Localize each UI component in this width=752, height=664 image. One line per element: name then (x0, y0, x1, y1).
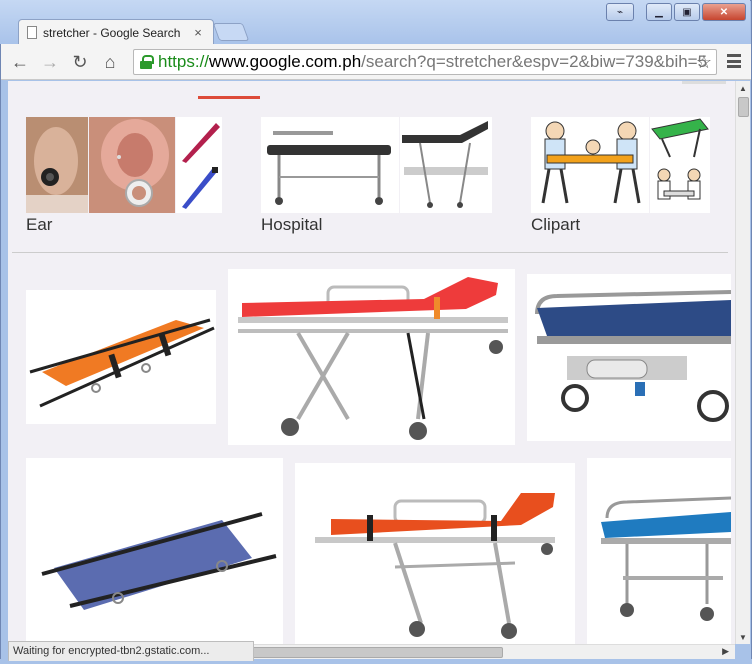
chrome-menu-icon[interactable] (727, 52, 741, 70)
address-bar[interactable]: https:// www.google.com.ph /search?q=str… (133, 49, 717, 75)
clipart-thumb-2[interactable] (650, 117, 710, 213)
tab-active[interactable]: stretcher - Google Search × (18, 19, 214, 45)
back-button[interactable]: ← (9, 51, 31, 73)
ear-thumb-2[interactable] (89, 117, 175, 213)
reload-button[interactable]: ↻ (69, 51, 91, 73)
hospital-thumb-1[interactable] (261, 117, 399, 213)
result-image-navy-hospital-stretcher[interactable] (527, 274, 731, 441)
result-image-red-ambulance-stretcher[interactable] (228, 269, 515, 445)
maximize-button[interactable]: ▣ (674, 3, 700, 21)
vertical-scrollbar[interactable]: ▲ ▼ (735, 81, 750, 644)
bookmark-star-icon[interactable]: ☆ (696, 52, 712, 73)
scroll-down-arrow-icon[interactable]: ▼ (739, 633, 747, 642)
browser-toolbar: ← → ↻ ⌂ https:// www.google.com.ph /sear… (1, 44, 751, 80)
related-ear-thumbnails[interactable] (26, 117, 222, 213)
result-image-orange-ambulance-stretcher[interactable] (295, 463, 575, 644)
url-scheme: https:// (158, 52, 210, 71)
result-image-blue-folding-stretcher[interactable] (26, 458, 283, 644)
page-icon (27, 26, 37, 39)
vertical-scroll-thumb[interactable] (738, 97, 749, 117)
url-path: /search?q=stretcher&espv=2&biw=739&bih=5 (361, 52, 708, 71)
top-bar-fragment (682, 81, 726, 84)
minimize-button[interactable]: ▁ (646, 3, 672, 21)
result-image-blue-hospital-stretcher[interactable] (587, 458, 731, 644)
related-label-clipart[interactable]: Clipart (531, 215, 580, 235)
home-button[interactable]: ⌂ (99, 51, 121, 73)
close-window-button[interactable]: ✕ (702, 3, 746, 21)
title-bar: stretcher - Google Search × ⌁ ▁ ▣ ✕ (0, 0, 750, 45)
extension-icon[interactable]: ⌁ (606, 3, 634, 21)
hospital-thumb-2[interactable] (400, 117, 492, 213)
tab-title: stretcher - Google Search (43, 25, 181, 40)
scroll-up-arrow-icon[interactable]: ▲ (739, 84, 747, 93)
status-bubble: Waiting for encrypted-tbn2.gstatic.com..… (8, 641, 254, 661)
clipart-thumb-1[interactable] (531, 117, 649, 213)
scroll-right-arrow-icon[interactable]: ▶ (722, 646, 729, 657)
section-divider (12, 252, 728, 253)
related-label-hospital[interactable]: Hospital (261, 215, 322, 235)
related-label-ear[interactable]: Ear (26, 215, 52, 235)
search-results-page: Ear Hospital Clipart (8, 81, 735, 644)
lock-icon (140, 55, 154, 69)
tab-close-icon[interactable]: × (191, 25, 205, 40)
horizontal-scroll-thumb[interactable] (246, 647, 503, 658)
related-hospital-thumbnails[interactable] (261, 117, 492, 213)
window-controls: ⌁ ▁ ▣ ✕ (606, 3, 746, 21)
forward-button[interactable]: → (39, 51, 61, 73)
url-host: www.google.com.ph (209, 52, 362, 71)
ear-thumb-3[interactable] (176, 117, 222, 213)
images-tab-indicator (198, 96, 260, 99)
result-image-orange-folding-stretcher[interactable] (26, 290, 216, 424)
ear-thumb-1[interactable] (26, 117, 88, 213)
new-tab-button[interactable] (212, 23, 250, 41)
related-clipart-thumbnails[interactable] (531, 117, 710, 213)
